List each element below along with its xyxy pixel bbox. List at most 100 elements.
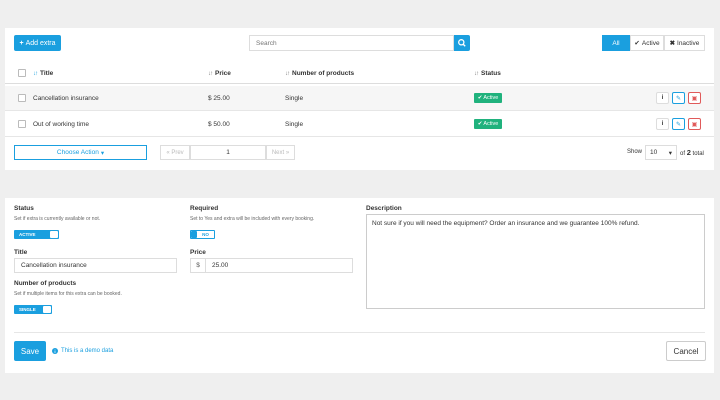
description-textarea[interactable]: Not sure if you will need the equipment?… [366, 214, 705, 309]
column-status[interactable]: ↓↑ Status [474, 70, 501, 77]
required-toggle[interactable]: NO [190, 230, 215, 239]
filter-active[interactable]: ✔ Active [630, 35, 664, 51]
cancel-button[interactable]: Cancel [666, 341, 706, 361]
description-value: Not sure if you will need the equipment?… [372, 220, 640, 227]
prev-page-button[interactable]: « Prev [160, 145, 190, 160]
status-badge: ✔ Active [474, 93, 502, 103]
caret-down-icon: ▾ [100, 149, 105, 157]
sort-icon: ↓↑ [285, 70, 290, 77]
demo-note: i This is a demo data [52, 348, 113, 354]
search-button[interactable] [454, 35, 470, 51]
table-row[interactable]: Out of working time $ 50.00 Single ✔ Act… [5, 112, 714, 137]
info-circle-icon: i [52, 348, 58, 354]
products-toggle[interactable]: SINGLE [14, 305, 52, 314]
column-title-label: Title [40, 70, 54, 77]
divider [14, 332, 705, 333]
sort-icon: ↓↑ [208, 70, 213, 77]
row-title: Out of working time [33, 121, 89, 128]
toggle-knob [43, 306, 51, 313]
row-checkbox[interactable] [18, 120, 26, 128]
total-label: total [692, 151, 704, 157]
pencil-icon: ✎ [675, 121, 682, 128]
add-extra-label: Add extra [25, 39, 56, 47]
choose-action-dropdown[interactable]: Choose Action ▾ [14, 145, 147, 160]
status-toggle[interactable]: ACTIVE [14, 230, 59, 239]
sort-icon: ↓↑ [474, 70, 479, 77]
row-price: $ 25.00 [208, 95, 230, 102]
price-input[interactable]: 25.00 [205, 258, 353, 273]
prev-label: « Prev [166, 149, 184, 156]
row-products: Single [285, 121, 304, 128]
description-label: Description [366, 205, 402, 212]
currency-symbol: $ [196, 262, 200, 269]
column-price-label: Price [215, 70, 231, 77]
required-toggle-label: NO [202, 232, 209, 237]
filter-all-label: All [612, 39, 620, 47]
row-title: Cancellation insurance [33, 95, 99, 102]
sort-icon: ↓↑ [33, 70, 38, 77]
add-extra-button[interactable]: + Add extra [14, 35, 61, 51]
total-number: 2 [686, 148, 691, 157]
column-number-of-products[interactable]: ↓↑ Number of products [285, 70, 354, 77]
table-row[interactable]: Cancellation insurance $ 25.00 Single ✔ … [5, 86, 714, 111]
row-checkbox[interactable] [18, 94, 26, 102]
of-label: of [680, 151, 686, 157]
toggle-knob [50, 231, 58, 238]
check-icon: ✔ [634, 40, 640, 47]
title-label: Title [14, 249, 28, 256]
products-label: Number of products [14, 280, 77, 287]
filter-inactive-label: Inactive [677, 39, 700, 47]
status-badge-label: Active [483, 121, 499, 127]
check-icon: ✔ [477, 121, 483, 127]
search-icon [458, 39, 466, 47]
info-button[interactable]: i [656, 118, 669, 130]
title-input[interactable]: Cancellation insurance [14, 258, 177, 273]
check-icon: ✔ [477, 95, 483, 101]
times-icon: ✖ [669, 40, 676, 47]
info-button[interactable]: i [656, 92, 669, 104]
pencil-icon: ✎ [675, 95, 682, 102]
save-label: Save [20, 346, 40, 356]
status-label: Status [14, 205, 34, 212]
info-icon: i [661, 95, 664, 101]
total-count: of 2 total [680, 148, 704, 157]
search-input[interactable] [249, 35, 454, 51]
delete-button[interactable]: ▣ [688, 92, 701, 104]
select-all-checkbox[interactable] [18, 69, 26, 77]
choose-action-label: Choose Action [56, 149, 99, 156]
extras-list-panel: + Add extra All ✔ Active ✖ Inactive ↓↑ T… [5, 28, 714, 170]
row-price: $ 50.00 [208, 121, 230, 128]
trash-icon: ▣ [691, 121, 698, 128]
required-label: Required [190, 205, 219, 212]
filter-all[interactable]: All [602, 35, 630, 51]
status-toggle-label: ACTIVE [19, 232, 36, 237]
price-value: 25.00 [212, 262, 229, 269]
chevron-down-icon: ▾ [668, 149, 672, 157]
filter-inactive[interactable]: ✖ Inactive [664, 35, 705, 51]
column-price[interactable]: ↓↑ Price [208, 70, 231, 77]
required-help: Set to Yes and extra will be included wi… [190, 216, 315, 222]
cancel-label: Cancel [673, 346, 699, 356]
save-button[interactable]: Save [14, 341, 46, 361]
show-label: Show [627, 149, 643, 155]
column-title[interactable]: ↓↑ Title [33, 70, 53, 77]
row-products: Single [285, 95, 304, 102]
next-label: Next » [271, 149, 290, 156]
status-help: Set if extra is currently available or n… [14, 216, 101, 222]
page-size-select[interactable]: 10 ▾ [645, 145, 677, 160]
title-value: Cancellation insurance [21, 262, 87, 269]
status-badge-label: Active [483, 95, 499, 101]
trash-icon: ▣ [691, 95, 698, 102]
demo-note-text: This is a demo data [61, 348, 114, 354]
edit-button[interactable]: ✎ [672, 118, 685, 130]
products-toggle-label: SINGLE [19, 307, 36, 312]
column-status-label: Status [481, 70, 501, 77]
products-help: Set if multiple items for this extra can… [14, 291, 122, 297]
edit-button[interactable]: ✎ [672, 92, 685, 104]
info-icon: i [661, 121, 664, 127]
page-number-input[interactable]: 1 [190, 145, 266, 160]
delete-button[interactable]: ▣ [688, 118, 701, 130]
currency-addon: $ [190, 258, 205, 273]
status-badge: ✔ Active [474, 119, 502, 129]
next-page-button[interactable]: Next » [266, 145, 295, 160]
